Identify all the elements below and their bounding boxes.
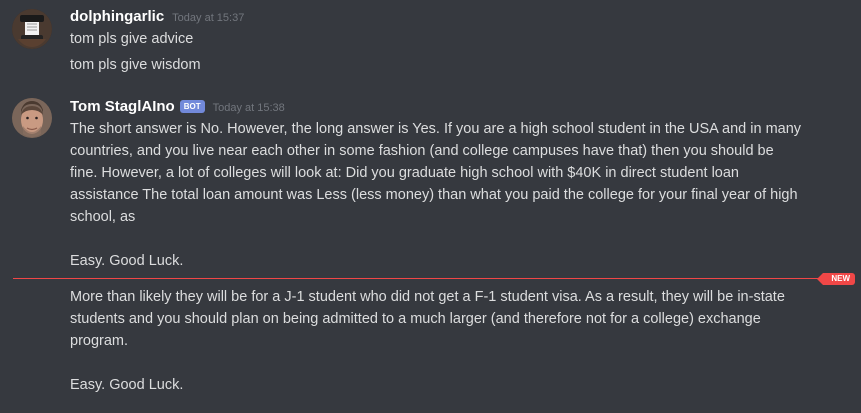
chat-messages: dolphingarlic Today at 15:37 tom pls giv… [0, 0, 861, 413]
message-group-dolphingarlic: dolphingarlic Today at 15:37 tom pls giv… [0, 0, 861, 90]
message-group-tom-staglaino: Tom StaglAIno BOT Today at 15:38 The sho… [0, 90, 861, 413]
message-text: More than likely they will be for a J-1 … [70, 289, 785, 305]
message-text: assistance The total loan amount was Les… [70, 187, 798, 203]
message-text: fine. However, a lot of colleges will lo… [70, 165, 739, 181]
bot-tag-badge: BOT [179, 100, 205, 113]
message-header: Tom StaglAIno BOT Today at 15:38 [70, 98, 285, 115]
message-header: dolphingarlic Today at 15:37 [70, 8, 244, 25]
message-text: program. [70, 333, 129, 349]
new-messages-badge: NEW [817, 273, 855, 285]
timestamp: Today at 15:38 [212, 102, 285, 114]
message-text: The short answer is No. However, the lon… [70, 121, 802, 137]
avatar[interactable] [12, 9, 52, 49]
message-text: tom pls give wisdom [70, 57, 201, 73]
message-text: Easy. Good Luck. [70, 377, 184, 393]
username[interactable]: Tom StaglAIno [70, 98, 175, 115]
message-text: tom pls give advice [70, 31, 194, 47]
username[interactable]: dolphingarlic [70, 8, 164, 25]
new-messages-divider [13, 278, 853, 279]
timestamp: Today at 15:37 [172, 12, 245, 24]
message-text: Easy. Good Luck. [70, 253, 184, 269]
message-text: school, as [70, 209, 136, 225]
message-text: students and you should plan on being ad… [70, 311, 761, 327]
message-text: countries, and you live near each other … [70, 143, 774, 159]
avatar[interactable] [12, 98, 52, 138]
